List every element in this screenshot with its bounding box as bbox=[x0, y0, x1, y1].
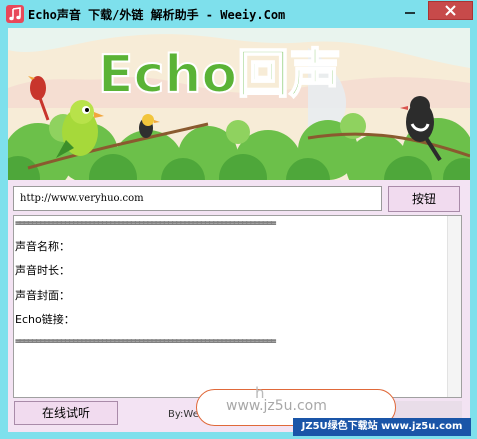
minimize-button[interactable] bbox=[396, 1, 424, 20]
parse-button[interactable]: 按钮 bbox=[388, 186, 460, 212]
vertical-scrollbar[interactable] bbox=[447, 216, 461, 397]
music-note-icon bbox=[6, 5, 24, 23]
author-credit: By:We bbox=[168, 409, 199, 420]
app-window: Echo声音 下载/外链 解析助手 - Weeiy.Com Echo回声 htt… bbox=[0, 0, 477, 439]
minimize-icon bbox=[405, 12, 415, 14]
watermark-text: www.jz5u.com bbox=[226, 398, 327, 414]
separator-line-bottom: ========================================… bbox=[15, 336, 276, 347]
banner-illustration: Echo回声 bbox=[8, 28, 470, 180]
close-icon bbox=[445, 5, 456, 16]
site-badge: JZ5U绿色下载站 www.jz5u.com bbox=[293, 418, 471, 436]
sound-name-label: 声音名称： bbox=[15, 240, 70, 253]
banner-art: Echo回声 bbox=[8, 28, 470, 180]
online-listen-button[interactable]: 在线试听 bbox=[14, 401, 118, 425]
separator-line-top: ========================================… bbox=[15, 218, 276, 229]
close-button[interactable] bbox=[428, 1, 473, 20]
echo-link-label: Echo链接： bbox=[15, 313, 75, 326]
title-bar[interactable]: Echo声音 下载/外链 解析助手 - Weeiy.Com bbox=[0, 0, 477, 28]
output-textarea[interactable]: ========================================… bbox=[13, 215, 462, 398]
url-input[interactable]: http://www.veryhuo.com bbox=[13, 186, 382, 211]
banner-logo-text: Echo回声 bbox=[98, 45, 341, 105]
window-title: Echo声音 下载/外链 解析助手 - Weeiy.Com bbox=[28, 8, 286, 22]
sound-cover-label: 声音封面： bbox=[15, 289, 70, 302]
sound-duration-label: 声音时长： bbox=[15, 264, 70, 277]
